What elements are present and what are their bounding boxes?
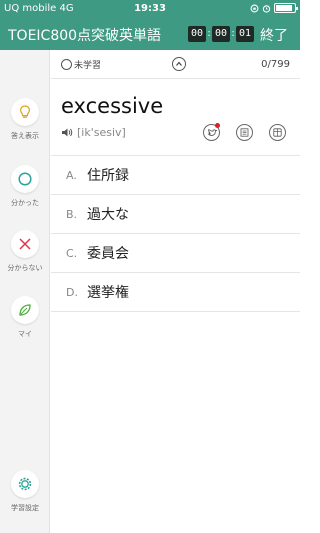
memo-icon	[240, 128, 249, 137]
choice-text: 過大な	[87, 207, 129, 223]
study-settings-button[interactable]: 学習設定	[0, 470, 50, 513]
sidebar: 答え表示 分かった 分からない マイ 学習設定	[0, 50, 50, 533]
alarm-icon	[262, 4, 271, 13]
sidebar-item-label: 分からない	[7, 264, 43, 272]
choice-letter: C.	[66, 246, 78, 260]
status-bar: UQ mobile 4G 19:33	[0, 0, 300, 18]
gear-icon	[18, 477, 32, 491]
timer-seconds: 01	[236, 26, 254, 42]
study-status: 未学習	[61, 58, 101, 71]
dictionary-button[interactable]	[269, 124, 286, 141]
sidebar-item-label: 分かった	[11, 199, 39, 207]
collapse-button[interactable]	[172, 57, 186, 71]
timer-hours: 00	[188, 26, 206, 42]
sidebar-item-label: 学習設定	[11, 504, 39, 512]
choice-d[interactable]: D. 選挙権	[51, 273, 300, 312]
note-button[interactable]	[236, 124, 253, 141]
chevron-up-icon	[176, 61, 182, 66]
status-indicators	[250, 3, 298, 13]
study-timer: 00 : 00 : 01	[188, 26, 254, 42]
book-icon	[273, 128, 282, 137]
sidebar-item-label: マイ	[18, 330, 32, 338]
answer-choices: A. 住所録 B. 過大な C. 委員会 D. 選挙権	[51, 155, 300, 312]
main-content: 未学習 0/799 excessive [ik'sesiv] A. 住所録 B.…	[51, 50, 300, 533]
status-circle-icon	[61, 59, 72, 70]
my-list-button[interactable]: マイ	[0, 296, 50, 339]
vocabulary-word: excessive	[61, 94, 164, 118]
choice-letter: B.	[66, 207, 78, 221]
end-button[interactable]: 終了	[260, 25, 288, 45]
timer-minutes: 00	[212, 26, 230, 42]
bird-icon	[207, 128, 217, 136]
app-title: TOEIC800点突破英単語	[8, 28, 162, 44]
pronunciation-row: [ik'sesiv]	[61, 126, 126, 139]
orientation-lock-icon	[250, 4, 259, 12]
choice-a[interactable]: A. 住所録	[51, 156, 300, 195]
pronunciation-text: [ik'sesiv]	[77, 126, 126, 139]
choice-text: 選挙権	[87, 285, 129, 301]
show-answer-button[interactable]: 答え表示	[0, 98, 50, 141]
not-understood-button[interactable]: 分からない	[0, 230, 50, 273]
status-label: 未学習	[74, 61, 102, 71]
progress-row: 未学習 0/799	[51, 50, 300, 79]
lightbulb-icon	[19, 105, 31, 118]
cross-icon	[19, 238, 31, 250]
speaker-icon[interactable]	[61, 127, 73, 138]
choice-c[interactable]: C. 委員会	[51, 234, 300, 273]
choice-text: 委員会	[87, 246, 129, 262]
notification-dot	[215, 123, 220, 128]
choice-letter: A.	[66, 168, 77, 182]
choice-letter: D.	[66, 285, 78, 299]
understood-button[interactable]: 分かった	[0, 165, 50, 208]
choice-b[interactable]: B. 過大な	[51, 195, 300, 234]
progress-counter: 0/799	[261, 59, 290, 70]
app-bar: TOEIC800点突破英単語 00 : 00 : 01 終了	[0, 18, 300, 50]
circle-icon	[18, 172, 32, 186]
battery-icon	[274, 3, 298, 13]
choice-text: 住所録	[87, 168, 129, 184]
leaf-icon	[19, 304, 31, 316]
sidebar-item-label: 答え表示	[11, 132, 39, 140]
